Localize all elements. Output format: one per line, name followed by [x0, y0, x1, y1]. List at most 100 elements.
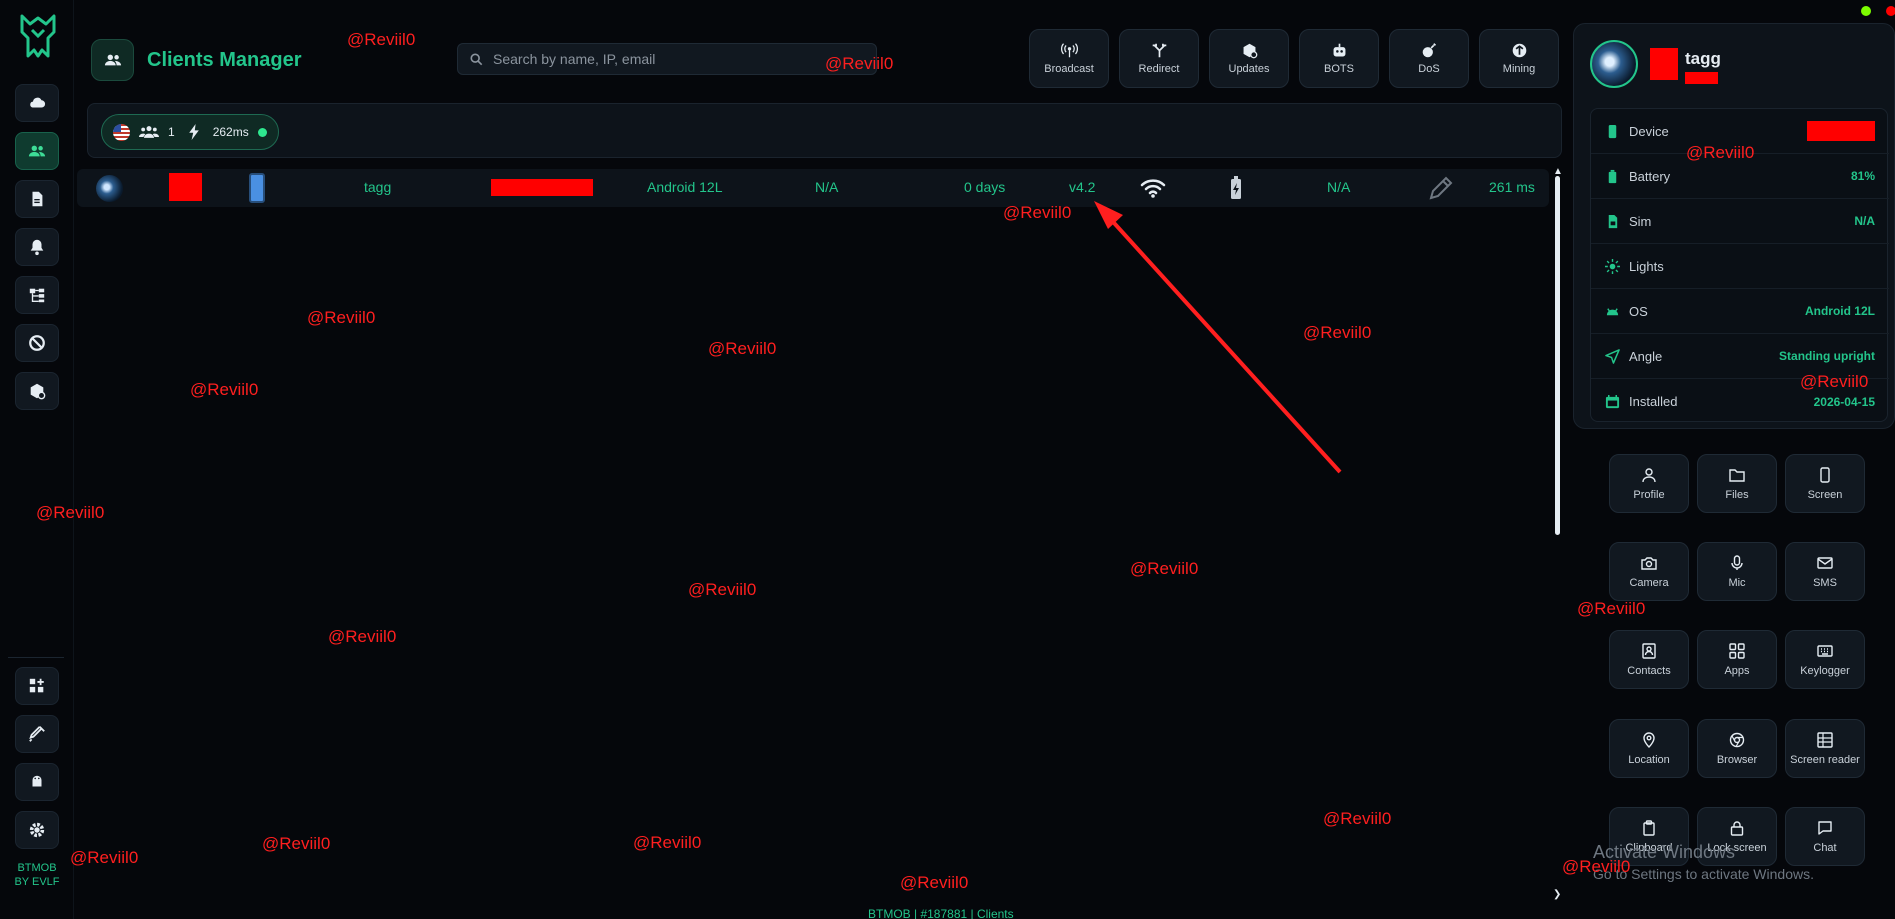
watermark: @Reviil0	[262, 834, 331, 853]
client-uptime: 0 days	[964, 179, 1006, 195]
screen-button[interactable]: Screen	[1785, 454, 1865, 513]
contacts-button[interactable]: Contacts	[1609, 630, 1689, 689]
package-icon	[30, 383, 46, 400]
profile-name: tagg	[1685, 49, 1721, 68]
app-window: BTMOB BY EVLF Clients Manager Broadcast …	[0, 0, 1895, 919]
scroll-down-arrow[interactable]: ❯	[1553, 889, 1561, 900]
cloud-icon	[30, 97, 46, 108]
broadcast-button[interactable]: Broadcast	[1029, 29, 1109, 88]
camera-button[interactable]: Camera	[1609, 542, 1689, 601]
watermark: @Reviil0	[347, 30, 416, 49]
client-ping: 261 ms	[1489, 179, 1535, 195]
sidebar-item-tree[interactable]	[15, 276, 59, 314]
table-row[interactable]: tagg Android 12L N/A 0 days v4.2 N/A 261…	[77, 169, 1549, 207]
mic-button[interactable]: Mic	[1697, 542, 1777, 601]
info-row-sim: Sim N/A	[1591, 199, 1889, 244]
watermark: @Reviil0	[688, 580, 757, 599]
location-button[interactable]: Location	[1609, 719, 1689, 778]
sidebar-item-block[interactable]	[15, 324, 59, 362]
calendar-icon	[1605, 394, 1620, 409]
edit-icon[interactable]	[1427, 174, 1455, 202]
profile-button[interactable]: Profile	[1609, 454, 1689, 513]
camera-icon	[1641, 556, 1657, 570]
search-input[interactable]	[493, 51, 863, 67]
window-close-dot[interactable]	[1886, 6, 1895, 16]
watermark: @Reviil0	[1303, 323, 1372, 342]
info-value: Android 12L	[1804, 304, 1875, 318]
widgets-add-icon	[29, 678, 44, 693]
sidebar-item-builder[interactable]	[15, 180, 59, 218]
android-icon	[1606, 307, 1619, 315]
app-logo-icon	[20, 14, 56, 58]
broadcast-label: Broadcast	[1044, 63, 1094, 75]
info-key: OS	[1629, 303, 1648, 319]
sidebar-item-cloud[interactable]	[15, 84, 59, 122]
action-label: Files	[1725, 488, 1749, 501]
device-icon	[1608, 124, 1617, 138]
watermark: @Reviil0	[825, 54, 894, 73]
bell-icon	[30, 239, 44, 256]
watermark: @Reviil0	[70, 848, 139, 867]
us-flag-icon	[113, 123, 130, 141]
search-box	[457, 43, 877, 75]
action-label: Camera	[1629, 576, 1669, 589]
sidebar-item-packages[interactable]	[15, 372, 59, 410]
info-value: 2026-04-15	[1813, 394, 1875, 409]
sidebar: BTMOB BY EVLF	[0, 0, 74, 919]
watermark: @Reviil0	[307, 308, 376, 327]
redacted-block	[169, 173, 202, 201]
chat-button[interactable]: Chat	[1785, 807, 1865, 866]
redacted-block	[1650, 48, 1678, 80]
browser-button[interactable]: Browser	[1697, 719, 1777, 778]
wifi-icon	[1140, 179, 1166, 198]
bots-button[interactable]: BOTS	[1299, 29, 1379, 88]
client-country: N/A	[815, 179, 839, 195]
mining-icon	[1512, 43, 1526, 58]
battery-charging-icon	[1231, 176, 1241, 199]
redacted-block	[1685, 72, 1718, 84]
mining-button[interactable]: Mining	[1479, 29, 1559, 88]
sidebar-item-inject[interactable]	[15, 715, 59, 753]
bot-icon	[1333, 43, 1345, 57]
scrollbar-thumb[interactable]	[1555, 176, 1560, 535]
action-label: Location	[1628, 753, 1670, 766]
sidebar-item-add-widget[interactable]	[15, 667, 59, 705]
user-icon	[1642, 467, 1656, 482]
screen-reader-icon	[1817, 731, 1833, 748]
client-version: v4.2	[1069, 179, 1096, 195]
info-key: Lights	[1629, 258, 1664, 274]
apps-button[interactable]: Apps	[1697, 630, 1777, 689]
watermark: @Reviil0	[190, 380, 259, 399]
sidebar-item-settings[interactable]	[15, 811, 59, 849]
updates-button[interactable]: Updates	[1209, 29, 1289, 88]
files-button[interactable]: Files	[1697, 454, 1777, 513]
action-label: Profile	[1633, 488, 1665, 501]
redirect-button[interactable]: Redirect	[1119, 29, 1199, 88]
sidebar-item-clients[interactable]	[15, 132, 59, 170]
keylogger-button[interactable]: Keylogger	[1785, 630, 1865, 689]
browser-icon	[1729, 732, 1745, 747]
sms-button[interactable]: SMS	[1785, 542, 1865, 601]
info-value: 81%	[1850, 169, 1875, 183]
keyboard-icon	[1817, 644, 1833, 657]
watermark: @Reviil0	[328, 627, 397, 646]
broadcast-icon	[1060, 43, 1078, 58]
sidebar-item-android[interactable]	[15, 763, 59, 801]
bomb-icon	[1422, 43, 1436, 58]
syringe-icon	[29, 726, 45, 742]
screen-reader-button[interactable]: Screen reader	[1785, 719, 1865, 778]
action-label: SMS	[1813, 576, 1837, 589]
brand-line-2: BY EVLF	[14, 876, 60, 888]
gear-icon	[29, 822, 45, 838]
window-status-dot	[1861, 6, 1871, 16]
watermark: @Reviil0	[900, 873, 969, 892]
client-os: Android 12L	[647, 179, 723, 195]
sun-icon	[1605, 258, 1620, 274]
updates-label: Updates	[1228, 63, 1270, 75]
redirect-icon	[1152, 43, 1166, 58]
search-icon	[470, 52, 483, 65]
connection-stats-pill[interactable]: 1 262ms	[101, 114, 279, 150]
action-label: Screen	[1807, 488, 1843, 501]
dos-button[interactable]: DoS	[1389, 29, 1469, 88]
sidebar-item-notifications[interactable]	[15, 228, 59, 266]
